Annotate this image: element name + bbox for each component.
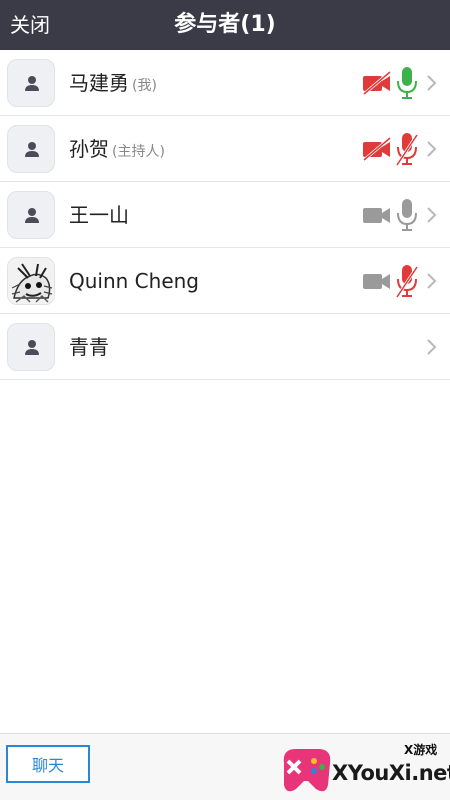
microphone-icon[interactable] bbox=[396, 198, 418, 232]
camera-off-icon[interactable] bbox=[362, 137, 392, 161]
chevron-right-icon bbox=[427, 75, 437, 91]
site-watermark: X游戏 XYouXi.net bbox=[278, 741, 450, 799]
profile-photo bbox=[8, 258, 54, 304]
avatar bbox=[7, 59, 55, 107]
person-icon bbox=[25, 208, 39, 223]
chevron-right-icon bbox=[427, 273, 437, 289]
bottom-bar: 聊天 X游戏 XYouXi.net bbox=[0, 733, 450, 800]
avatar bbox=[7, 257, 55, 305]
participant-name-text: 马建勇 bbox=[69, 71, 129, 95]
participant-row[interactable]: 孙贺 (主持人) bbox=[0, 116, 450, 182]
chevron-right-icon bbox=[427, 141, 437, 157]
person-icon bbox=[25, 142, 39, 157]
participant-name-text: Quinn Cheng bbox=[69, 269, 199, 293]
avatar bbox=[7, 125, 55, 173]
microphone-off-icon[interactable] bbox=[396, 264, 418, 298]
camera-off-icon[interactable] bbox=[362, 71, 392, 95]
participant-role-tag: (我) bbox=[132, 78, 157, 94]
watermark-line2: XYouXi.net bbox=[332, 761, 450, 785]
person-icon bbox=[25, 340, 39, 355]
participant-row[interactable]: Quinn Cheng bbox=[0, 248, 450, 314]
chat-button[interactable]: 聊天 bbox=[6, 745, 90, 783]
avatar bbox=[7, 191, 55, 239]
participant-name-text: 王一山 bbox=[69, 203, 129, 227]
camera-icon[interactable] bbox=[362, 203, 392, 227]
participant-row[interactable]: 青青 bbox=[0, 314, 450, 380]
watermark-line1: X游戏 bbox=[404, 743, 438, 757]
participant-list: 马建勇 (我) 孙贺 (主持人) 王一山 Quinn Cheng 青青 bbox=[0, 50, 450, 380]
participant-row[interactable]: 马建勇 (我) bbox=[0, 50, 450, 116]
participant-row[interactable]: 王一山 bbox=[0, 182, 450, 248]
participant-role-tag: (主持人) bbox=[112, 144, 165, 160]
participant-name: 青青 bbox=[69, 314, 112, 380]
participant-name: 王一山 bbox=[69, 182, 132, 248]
chevron-right-icon bbox=[427, 339, 437, 355]
microphone-off-icon[interactable] bbox=[396, 132, 418, 166]
participant-name-text: 青青 bbox=[69, 335, 109, 359]
camera-icon[interactable] bbox=[362, 269, 392, 293]
avatar bbox=[7, 323, 55, 371]
participant-name: 马建勇 (我) bbox=[69, 50, 157, 116]
participant-name: Quinn Cheng bbox=[69, 248, 202, 314]
microphone-on-icon[interactable] bbox=[396, 66, 418, 100]
participant-name: 孙贺 (主持人) bbox=[69, 116, 165, 182]
chevron-right-icon bbox=[427, 207, 437, 223]
gamepad-logo-icon bbox=[283, 749, 331, 792]
page-title: 参与者(1) bbox=[174, 12, 276, 37]
top-bar: 关闭 参与者(1) bbox=[0, 0, 450, 50]
person-icon bbox=[25, 76, 39, 91]
participant-name-text: 孙贺 bbox=[69, 137, 109, 161]
